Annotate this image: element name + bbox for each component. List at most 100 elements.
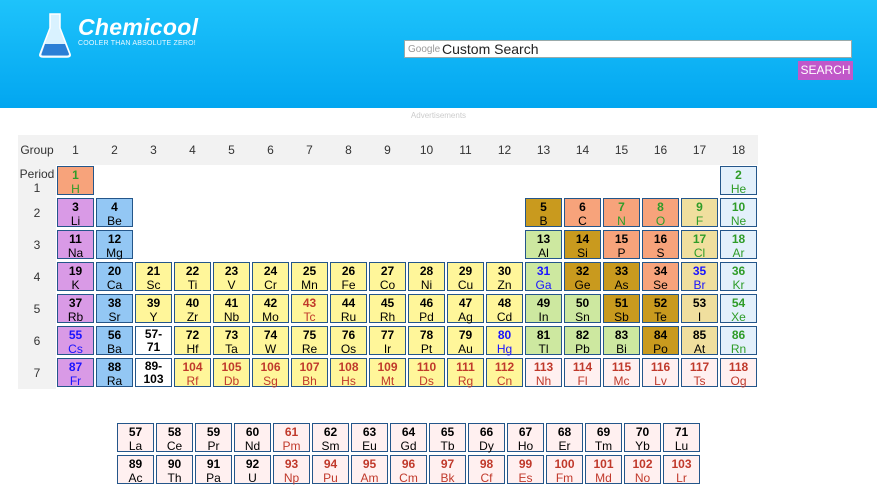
element-cell[interactable]: 19 K bbox=[57, 262, 94, 292]
element-cell[interactable]: 118 Og bbox=[720, 358, 757, 388]
element-cell[interactable]: 42 Mo bbox=[252, 294, 289, 324]
element-cell[interactable]: 91 Pa bbox=[195, 455, 232, 485]
element-cell[interactable]: 76 Os bbox=[330, 326, 367, 356]
element-cell[interactable]: 53 I bbox=[681, 294, 718, 324]
element-cell[interactable]: 2 He bbox=[720, 166, 757, 196]
element-cell[interactable]: 41 Nb bbox=[213, 294, 250, 324]
element-cell[interactable]: 115 Mc bbox=[603, 358, 640, 388]
element-cell[interactable]: 86 Rn bbox=[720, 326, 757, 356]
element-cell[interactable]: 89 Ac bbox=[117, 455, 154, 485]
element-cell[interactable]: 77 Ir bbox=[369, 326, 406, 356]
element-cell[interactable]: 15 P bbox=[603, 230, 640, 260]
element-cell[interactable]: 94 Pu bbox=[312, 455, 349, 485]
element-cell[interactable]: 78 Pt bbox=[408, 326, 445, 356]
element-cell[interactable]: 117 Ts bbox=[681, 358, 718, 388]
element-cell[interactable]: 87 Fr bbox=[57, 358, 94, 388]
element-cell[interactable]: 65 Tb bbox=[429, 423, 466, 453]
element-cell[interactable]: 48 Cd bbox=[486, 294, 523, 324]
element-cell[interactable]: 99 Es bbox=[507, 455, 544, 485]
element-cell[interactable]: 32 Ge bbox=[564, 262, 601, 292]
element-cell[interactable]: 38 Sr bbox=[96, 294, 133, 324]
element-cell[interactable]: 90 Th bbox=[156, 455, 193, 485]
element-cell[interactable]: 95 Am bbox=[351, 455, 388, 485]
element-cell[interactable]: 61 Pm bbox=[273, 423, 310, 453]
element-cell[interactable]: 24 Cr bbox=[252, 262, 289, 292]
element-cell[interactable]: 25 Mn bbox=[291, 262, 328, 292]
element-cell[interactable]: 49 In bbox=[525, 294, 562, 324]
element-cell[interactable]: 47 Ag bbox=[447, 294, 484, 324]
element-cell[interactable]: 114 Fl bbox=[564, 358, 601, 388]
element-cell[interactable]: 9F bbox=[681, 198, 718, 228]
element-cell[interactable]: 28 Ni bbox=[408, 262, 445, 292]
element-cell[interactable]: 98 Cf bbox=[468, 455, 505, 485]
element-cell[interactable]: 100 Fm bbox=[546, 455, 583, 485]
element-cell[interactable]: 116 Lv bbox=[642, 358, 679, 388]
element-cell[interactable]: 67 Ho bbox=[507, 423, 544, 453]
element-cell[interactable]: 4 Be bbox=[96, 198, 133, 228]
element-cell[interactable]: 62 Sm bbox=[312, 423, 349, 453]
element-cell[interactable]: 33 As bbox=[603, 262, 640, 292]
element-cell[interactable]: 68 Er bbox=[546, 423, 583, 453]
element-cell[interactable]: 60 Nd bbox=[234, 423, 271, 453]
element-cell[interactable]: 107 Bh bbox=[291, 358, 328, 388]
element-cell[interactable]: 66 Dy bbox=[468, 423, 505, 453]
flask-logo-icon[interactable] bbox=[38, 12, 72, 58]
element-cell[interactable]: 104 Rf bbox=[174, 358, 211, 388]
element-cell[interactable]: 50 Sn bbox=[564, 294, 601, 324]
element-cell[interactable]: 34 Se bbox=[642, 262, 679, 292]
element-cell[interactable]: 52 Te bbox=[642, 294, 679, 324]
element-cell[interactable]: 110 Ds bbox=[408, 358, 445, 388]
element-cell[interactable]: 17 Cl bbox=[681, 230, 718, 260]
element-cell[interactable]: 75 Re bbox=[291, 326, 328, 356]
element-cell[interactable]: 106 Sg bbox=[252, 358, 289, 388]
search-button[interactable]: SEARCH bbox=[798, 61, 853, 80]
element-cell[interactable]: 43 Tc bbox=[291, 294, 328, 324]
element-cell[interactable]: 85 At bbox=[681, 326, 718, 356]
element-cell[interactable]: 22 Ti bbox=[174, 262, 211, 292]
element-cell[interactable]: 13 Al bbox=[525, 230, 562, 260]
element-cell[interactable]: 59 Pr bbox=[195, 423, 232, 453]
element-cell[interactable]: 112 Cn bbox=[486, 358, 523, 388]
element-cell[interactable]: 30 Zn bbox=[486, 262, 523, 292]
element-cell[interactable]: 103 Lr bbox=[663, 455, 700, 485]
element-cell[interactable]: 70 Yb bbox=[624, 423, 661, 453]
element-cell[interactable]: 83 Bi bbox=[603, 326, 640, 356]
element-cell[interactable]: 20 Ca bbox=[96, 262, 133, 292]
search-input[interactable]: Google Custom Search bbox=[404, 40, 852, 58]
element-cell[interactable]: 101 Md bbox=[585, 455, 622, 485]
element-cell[interactable]: 44 Ru bbox=[330, 294, 367, 324]
element-cell[interactable]: 3 Li bbox=[57, 198, 94, 228]
element-cell[interactable]: 79 Au bbox=[447, 326, 484, 356]
element-cell[interactable]: 35 Br bbox=[681, 262, 718, 292]
element-cell[interactable]: 93 Np bbox=[273, 455, 310, 485]
element-cell[interactable]: 73 Ta bbox=[213, 326, 250, 356]
element-cell[interactable]: 97 Bk bbox=[429, 455, 466, 485]
element-cell[interactable]: 11 Na bbox=[57, 230, 94, 260]
element-cell[interactable]: 21 Sc bbox=[135, 262, 172, 292]
element-cell[interactable]: 109 Mt bbox=[369, 358, 406, 388]
element-cell[interactable]: 69 Tm bbox=[585, 423, 622, 453]
element-cell[interactable]: 82 Pb bbox=[564, 326, 601, 356]
element-cell[interactable]: 96 Cm bbox=[390, 455, 427, 485]
element-cell[interactable]: 18 Ar bbox=[720, 230, 757, 260]
element-cell[interactable]: 105 Db bbox=[213, 358, 250, 388]
element-cell[interactable]: 10 Ne bbox=[720, 198, 757, 228]
element-cell[interactable]: 64 Gd bbox=[390, 423, 427, 453]
element-cell[interactable]: 84 Po bbox=[642, 326, 679, 356]
element-cell[interactable]: 81 Tl bbox=[525, 326, 562, 356]
element-cell[interactable]: 80 Hg bbox=[486, 326, 523, 356]
element-cell[interactable]: 108 Hs bbox=[330, 358, 367, 388]
element-cell[interactable]: 74 W bbox=[252, 326, 289, 356]
element-cell[interactable]: 72 Hf bbox=[174, 326, 211, 356]
element-cell[interactable]: 63 Eu bbox=[351, 423, 388, 453]
element-cell[interactable]: 45 Rh bbox=[369, 294, 406, 324]
element-cell[interactable]: 26 Fe bbox=[330, 262, 367, 292]
element-cell[interactable]: 71 Lu bbox=[663, 423, 700, 453]
element-cell[interactable]: 8O bbox=[642, 198, 679, 228]
element-cell[interactable]: 37 Rb bbox=[57, 294, 94, 324]
element-cell[interactable]: 1H bbox=[57, 166, 94, 196]
element-cell[interactable]: 7N bbox=[603, 198, 640, 228]
element-cell[interactable]: 23 V bbox=[213, 262, 250, 292]
element-cell[interactable]: 16 S bbox=[642, 230, 679, 260]
element-cell[interactable]: 88 Ra bbox=[96, 358, 133, 388]
